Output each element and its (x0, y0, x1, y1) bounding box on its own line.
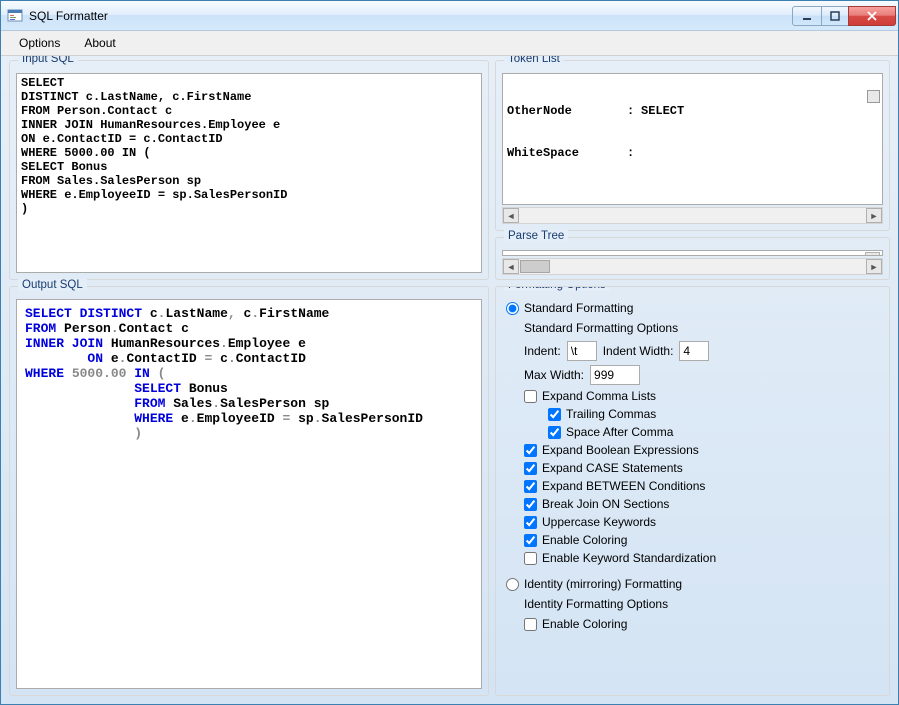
output-line: ) (25, 426, 473, 441)
maximize-button[interactable] (821, 6, 849, 26)
app-icon (7, 8, 23, 24)
token-row: OtherNode:SELECT (507, 104, 878, 118)
check-enable-coloring[interactable]: Enable Coloring (524, 531, 883, 549)
token-key: OtherNode (507, 104, 627, 118)
output-line: ON e.ContactID = c.ContactID (25, 351, 473, 366)
titlebar[interactable]: SQL Formatter (1, 1, 898, 31)
input-sql-group: Input SQL (9, 60, 489, 280)
parse-tree-group: Parse Tree <SqlRoot><SqlStatement><Claus… (495, 237, 890, 280)
token-val: SELECT (641, 104, 684, 118)
app-window: SQL Formatter Options About Input SQL To… (0, 0, 899, 705)
radio-identity-input[interactable] (506, 578, 519, 591)
input-sql-label: Input SQL (18, 56, 78, 65)
token-key: WhiteSpace (507, 146, 627, 160)
check-expand-comma[interactable]: Expand Comma Lists (524, 387, 883, 405)
radio-identity-label: Identity (mirroring) Formatting (524, 577, 682, 591)
output-sql-group: Output SQL SELECT DISTINCT c.LastName, c… (9, 286, 489, 696)
content-area: Input SQL Token List OtherNode:SELECT Wh… (1, 56, 898, 704)
menu-about[interactable]: About (74, 33, 125, 53)
check-keyword-standardization[interactable]: Enable Keyword Standardization (524, 549, 883, 567)
formatting-options-scroll[interactable]: Standard Formatting Standard Formatting … (502, 299, 887, 689)
token-row: WhiteSpace: (507, 146, 878, 160)
window-controls (793, 6, 896, 26)
indent-label: Indent: (524, 344, 561, 358)
token-list-label: Token List (504, 56, 564, 65)
identity-subgroup-label: Identity Formatting Options (502, 593, 883, 615)
input-sql-textarea[interactable] (16, 73, 482, 273)
check-identity-coloring[interactable]: Enable Coloring (524, 615, 883, 633)
radio-identity-formatting[interactable]: Identity (mirroring) Formatting (502, 575, 883, 593)
check-expand-case[interactable]: Expand CASE Statements (524, 459, 883, 477)
indent-row: Indent: Indent Width: (502, 339, 883, 363)
indent-input[interactable] (567, 341, 597, 361)
menu-options[interactable]: Options (9, 33, 70, 53)
radio-standard-formatting[interactable]: Standard Formatting (502, 299, 883, 317)
close-button[interactable] (848, 6, 896, 26)
indent-width-input[interactable] (679, 341, 709, 361)
output-line: WHERE e.EmployeeID = sp.SalesPersonID (25, 411, 473, 426)
output-line: SELECT Bonus (25, 381, 473, 396)
max-width-row: Max Width: (502, 363, 883, 387)
output-line: SELECT DISTINCT c.LastName, c.FirstName (25, 306, 473, 321)
token-scroll-thumb[interactable] (867, 90, 880, 103)
window-title: SQL Formatter (29, 9, 793, 23)
token-sep: : (627, 146, 641, 160)
parse-tree-box[interactable]: <SqlRoot><SqlStatement><Clause><OtherKey… (502, 250, 883, 256)
minimize-button[interactable] (792, 6, 822, 26)
output-line: FROM Sales.SalesPerson sp (25, 396, 473, 411)
formatting-options-group: Formatting Options Standard Formatting S… (495, 286, 890, 696)
output-sql-box[interactable]: SELECT DISTINCT c.LastName, c.FirstNameF… (16, 299, 482, 689)
token-list-group: Token List OtherNode:SELECT WhiteSpace: … (495, 60, 890, 231)
max-width-label: Max Width: (524, 368, 584, 382)
parse-tree-label: Parse Tree (504, 230, 568, 242)
check-expand-between[interactable]: Expand BETWEEN Conditions (524, 477, 883, 495)
max-width-input[interactable] (590, 365, 640, 385)
token-hscroll[interactable]: ◄► (502, 207, 883, 224)
check-uppercase-keywords[interactable]: Uppercase Keywords (524, 513, 883, 531)
token-sep: : (627, 104, 641, 118)
output-line: FROM Person.Contact c (25, 321, 473, 336)
token-list-box[interactable]: OtherNode:SELECT WhiteSpace: (502, 73, 883, 205)
check-break-join[interactable]: Break Join ON Sections (524, 495, 883, 513)
output-line: INNER JOIN HumanResources.Employee e (25, 336, 473, 351)
menubar: Options About (1, 31, 898, 56)
output-sql-label: Output SQL (18, 279, 87, 291)
output-line: WHERE 5000.00 IN ( (25, 366, 473, 381)
right-top-panels: Token List OtherNode:SELECT WhiteSpace: … (495, 60, 890, 280)
parse-hscroll[interactable]: ◄► (502, 258, 883, 275)
indent-width-label: Indent Width: (603, 344, 674, 358)
radio-standard-label: Standard Formatting (524, 301, 633, 315)
check-trailing-commas[interactable]: Trailing Commas (548, 405, 883, 423)
identity-checks: Enable Coloring (502, 615, 883, 633)
radio-standard-input[interactable] (506, 302, 519, 315)
check-space-after-comma[interactable]: Space After Comma (548, 423, 883, 441)
check-expand-boolean[interactable]: Expand Boolean Expressions (524, 441, 883, 459)
standard-subgroup-label: Standard Formatting Options (502, 317, 883, 339)
standard-checks: Expand Comma Lists Trailing Commas Space… (502, 387, 883, 567)
formatting-options-label: Formatting Options (504, 286, 610, 291)
